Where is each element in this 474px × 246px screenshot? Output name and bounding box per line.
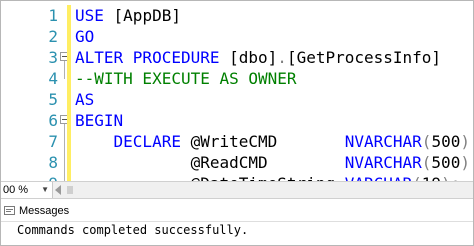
line-number: 3	[48, 48, 58, 67]
code-line: 3 ALTER PROCEDURE [dbo].[GetProcessInfo]	[1, 47, 473, 68]
code-text: --WITH EXECUTE AS OWNER	[75, 69, 297, 88]
line-number: 7	[48, 132, 58, 151]
messages-icon	[4, 206, 15, 215]
line-number: 2	[48, 27, 58, 46]
code-line: 1 USE [AppDB]	[1, 5, 473, 26]
code-text: AS	[75, 90, 95, 109]
zoom-level: 00 %	[3, 184, 29, 196]
code-text: ALTER PROCEDURE [dbo].[GetProcessInfo]	[75, 48, 442, 67]
line-number: 1	[48, 6, 58, 25]
code-line: 2 GO	[1, 26, 473, 47]
code-text: BEGIN	[75, 111, 124, 130]
change-marker	[67, 26, 71, 47]
result-message: Commands completed successfully.	[17, 223, 249, 237]
zoom-dropdown[interactable]: 00 % ▼	[1, 182, 53, 198]
query-window: 1 USE [AppDB] 2 GO 3 ALTER PROCEDURE [db…	[0, 0, 474, 246]
code-line: 7 DECLARE @WriteCMD NVARCHAR(500),	[1, 131, 473, 152]
line-number: 5	[48, 90, 58, 109]
horizontal-scrollbar-thumb[interactable]	[67, 186, 73, 194]
code-line: 9 @DateTimeString VARCHAR(19);	[1, 173, 473, 181]
change-marker	[67, 131, 71, 152]
code-line: 8 @ReadCMD NVARCHAR(500),	[1, 152, 473, 173]
editor-status-bar: 00 % ▼	[1, 181, 473, 199]
code-text: @ReadCMD NVARCHAR(500),	[75, 153, 473, 172]
code-line: 5 AS	[1, 89, 473, 110]
tab-label: Messages	[19, 205, 70, 217]
chevron-down-icon: ▼	[41, 185, 49, 194]
code-text: DECLARE @WriteCMD NVARCHAR(500),	[113, 132, 473, 151]
line-number: 6	[48, 111, 58, 130]
code-text: @DateTimeString VARCHAR(19);	[75, 173, 461, 181]
tab-messages[interactable]: Messages	[1, 202, 69, 220]
scroll-left-icon[interactable]	[55, 185, 61, 195]
change-marker	[67, 47, 71, 68]
code-line: 6 BEGIN	[1, 110, 473, 131]
code-text: GO	[75, 27, 95, 46]
line-number: 9	[1, 173, 58, 181]
change-marker	[67, 152, 71, 173]
change-marker	[67, 68, 71, 89]
change-marker	[67, 173, 71, 181]
results-pane: Messages Commands completed successfully…	[1, 199, 473, 245]
code-text: USE [AppDB]	[75, 6, 181, 25]
line-number: 8	[48, 153, 58, 172]
change-marker	[67, 89, 71, 110]
sql-editor[interactable]: 1 USE [AppDB] 2 GO 3 ALTER PROCEDURE [db…	[1, 1, 473, 181]
code-line: 4 --WITH EXECUTE AS OWNER	[1, 68, 473, 89]
change-marker	[67, 110, 71, 131]
line-number: 4	[48, 69, 58, 88]
change-marker	[67, 5, 71, 26]
